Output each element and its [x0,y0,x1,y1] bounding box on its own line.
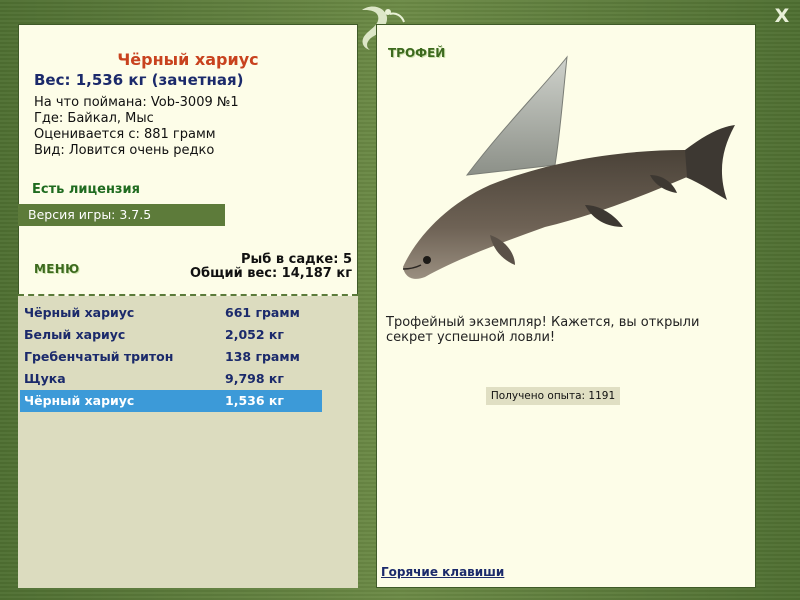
fish-title: Чёрный хариус [117,50,259,69]
total-weight: Общий вес: 14,187 кг [189,266,352,281]
hotkeys-link[interactable]: Горячие клавиши [381,565,504,579]
catch-fish-name: Гребенчатый тритон [24,349,174,364]
license-status: Есть лицензия [32,182,140,197]
catch-fish-name: Белый хариус [24,327,126,342]
close-icon[interactable]: X [770,4,794,28]
experience-badge: Получено опыта: 1191 [486,387,620,405]
catch-fish-weight: 661 грамм [225,305,300,320]
trophy-description: Трофейный экземпляр! Кажется, вы открыли… [386,315,700,345]
catch-list: Чёрный хариус 661 грамм Белый хариус 2,052 … [20,302,322,412]
menu-button[interactable]: МЕНЮ [34,262,79,276]
divider [18,294,358,296]
catch-fish-name: Щука [24,371,66,386]
catch-fish-name: Чёрный хариус [24,393,135,408]
fish-count: Рыб в садке: 5 [240,252,352,267]
fish-image [402,55,735,279]
catch-list-item[interactable]: Гребенчатый тритон 138 грамм [20,346,322,368]
catch-fish-weight: 138 грамм [225,349,300,364]
catch-fish-name: Чёрный хариус [24,305,135,320]
catch-fish-weight: 1,536 кг [225,393,284,408]
catch-list-item[interactable]: Чёрный хариус 1,536 кг [20,390,322,412]
rarity: Вид: Ловится очень редко [34,143,215,158]
catch-fish-weight: 2,052 кг [225,327,284,342]
catch-list-item[interactable]: Щука 9,798 кг [20,368,322,390]
catch-fish-weight: 9,798 кг [225,371,284,386]
game-version: Версия игры: 3.7.5 [18,204,225,226]
caught-on: На что поймана: Vob-3009 №1 [34,95,239,110]
fish-weight: Вес: 1,536 кг (зачетная) [34,71,244,89]
catch-list-item[interactable]: Белый хариус 2,052 кг [20,324,322,346]
location: Где: Байкал, Мыс [34,111,154,126]
valued-from: Оценивается с: 881 грамм [34,127,216,142]
catch-list-item[interactable]: Чёрный хариус 661 грамм [20,302,322,324]
